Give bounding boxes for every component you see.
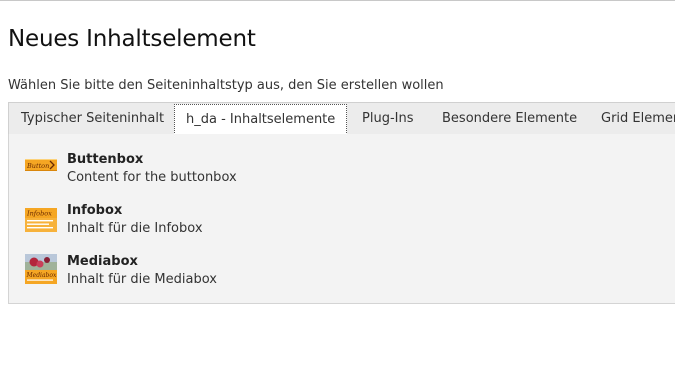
tab-besondere-elemente[interactable]: Besondere Elemente	[442, 103, 577, 134]
tab-hda-inhaltselemente[interactable]: h_da - Inhaltselemente	[174, 104, 348, 134]
buttonbox-icon: Button	[25, 159, 57, 171]
item-title: Infobox	[67, 203, 123, 218]
list-item-infobox[interactable]: Infobox Infobox Inhalt für die Infobox	[25, 203, 425, 243]
item-description: Inhalt für die Infobox	[67, 221, 203, 236]
page-title: Neues Inhaltselement	[8, 26, 256, 52]
top-divider	[0, 0, 675, 1]
mediabox-icon: Mediabox	[25, 254, 57, 284]
item-title: Buttenbox	[67, 152, 144, 167]
tab-plug-ins[interactable]: Plug-Ins	[362, 103, 413, 134]
svg-text:Button: Button	[26, 162, 49, 170]
tab-grid-elemente[interactable]: Grid Elemen	[601, 103, 675, 134]
tab-typischer-seiteninhalt[interactable]: Typischer Seiteninhalt	[21, 103, 164, 134]
infobox-icon: Infobox	[25, 208, 57, 232]
list-item-buttenbox[interactable]: Button Buttenbox Content for the buttonb…	[25, 152, 425, 192]
content-type-tabs: Typischer Seiteninhalt h_da - Inhaltsele…	[8, 102, 675, 135]
list-item-mediabox[interactable]: Mediabox Mediabox Inhalt für die Mediabo…	[25, 254, 425, 294]
item-description: Inhalt für die Mediabox	[67, 272, 217, 287]
svg-text:Infobox: Infobox	[26, 210, 52, 218]
svg-text:Mediabox: Mediabox	[26, 272, 57, 279]
content-element-panel: Button Buttenbox Content for the buttonb…	[8, 134, 675, 304]
item-description: Content for the buttonbox	[67, 170, 237, 185]
item-title: Mediabox	[67, 254, 138, 269]
instruction-text: Wählen Sie bitte den Seiteninhaltstyp au…	[8, 78, 444, 93]
